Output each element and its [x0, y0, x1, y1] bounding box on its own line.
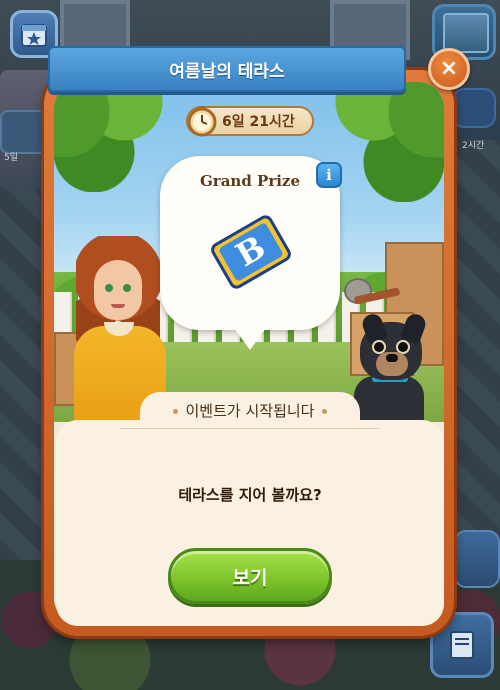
event-timer-left: 5일	[4, 153, 19, 163]
close-button[interactable]: ×	[428, 48, 470, 90]
title-ribbon: 여름날의 테라스	[48, 46, 406, 92]
event-timer-right: 2시간	[462, 141, 485, 151]
paint-tools	[344, 278, 404, 318]
shop-box-icon	[443, 13, 489, 53]
divider	[120, 428, 380, 429]
close-icon: ×	[439, 56, 459, 81]
view-button-label: 보기	[232, 566, 268, 589]
timer-text: 6일 21시간	[222, 114, 295, 130]
mail-button[interactable]	[454, 530, 500, 588]
info-button[interactable]: i	[316, 162, 342, 188]
calendar-star-icon	[21, 24, 47, 47]
panel-message: 테라스를 지어 볼까요?	[178, 486, 322, 504]
character-dog	[350, 311, 430, 422]
popup-title: 여름날의 테라스	[169, 61, 285, 82]
grand-prize-title: Grand Prize	[200, 172, 300, 190]
event-start-text: 이벤트가 시작됩니다	[185, 402, 315, 420]
view-button[interactable]: 보기	[168, 548, 332, 604]
book-icon	[450, 631, 474, 659]
event-button-left[interactable]	[0, 110, 46, 154]
tree	[54, 82, 174, 192]
event-timer: 6일 21시간	[186, 106, 314, 137]
stopwatch-icon	[187, 106, 217, 137]
gift-button[interactable]	[452, 88, 496, 128]
letter-b-card-icon: B	[211, 215, 291, 289]
tree	[324, 82, 444, 202]
panel-heading: 이벤트가 시작됩니다	[140, 400, 360, 421]
info-icon: i	[326, 166, 332, 184]
